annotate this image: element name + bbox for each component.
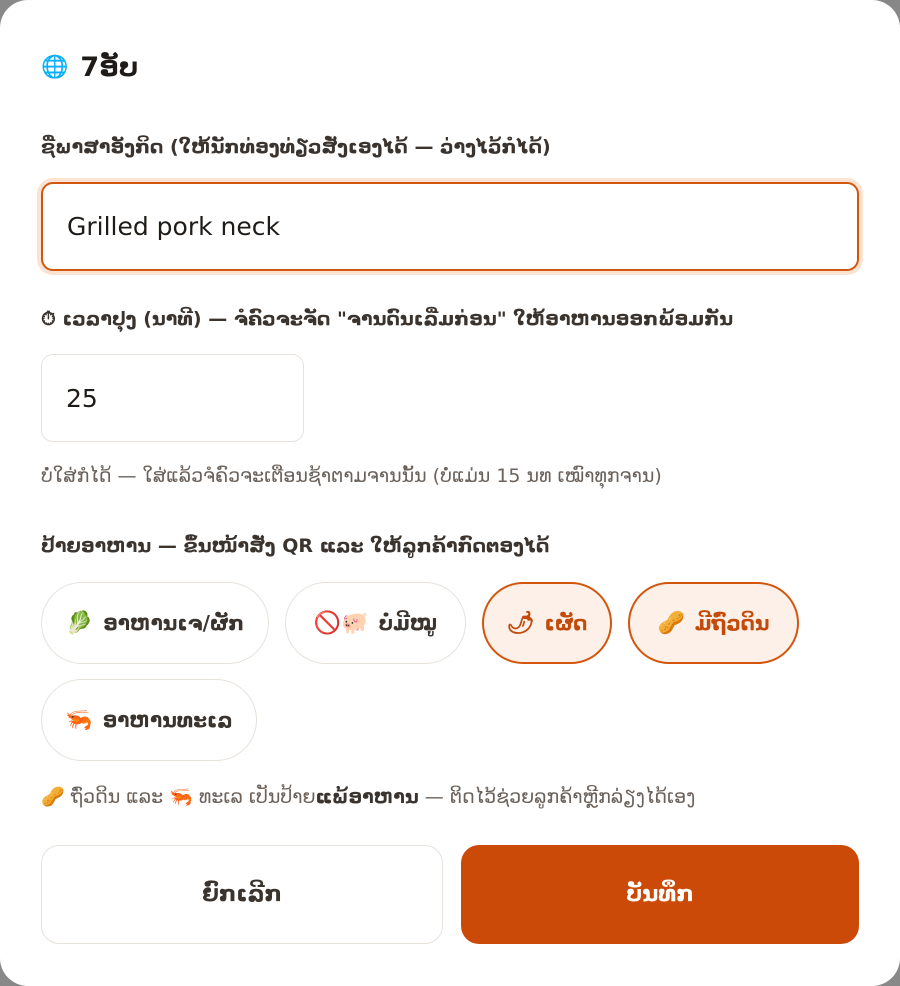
tags-label: ປ້າຍອາຫານ — ຂຶ້ນໜ້າສັ່ງ QR ແລະ ໃຫ້ລູກຄ້າ… bbox=[41, 535, 550, 557]
tag-label: ອາຫານເຈ/ຜັກ bbox=[103, 611, 245, 635]
cancel-button[interactable]: ຍົກເລີກ bbox=[41, 845, 443, 944]
tag-peanut[interactable]: 🥜 ມີຖົ່ວດິນ bbox=[628, 582, 799, 664]
tag-label: ບໍ່ມີໝູ bbox=[378, 611, 438, 635]
tag-label: ມີຖົ່ວດິນ bbox=[694, 611, 770, 635]
edit-menu-item-dialog: 🌐 7ອັບ ຊື່ພາສາອັງກິດ (ໃຫ້ນັກທ່ອງທ່ຽວສັ່ງ… bbox=[0, 0, 900, 986]
cook-time-input[interactable] bbox=[41, 354, 304, 442]
item-name: 7ອັບ bbox=[80, 52, 139, 83]
chili-pepper-icon: 🌶 bbox=[506, 610, 535, 636]
tag-vegetarian[interactable]: 🥬 ອາຫານເຈ/ຜັກ bbox=[41, 582, 269, 664]
tag-label: ເຜັດ bbox=[544, 611, 588, 635]
shrimp-icon: 🦐 bbox=[65, 707, 93, 733]
no-pork-icon: 🚫🐖 bbox=[313, 610, 369, 636]
allergen-note: 🥜 ຖົ່ວດິນ ແລະ 🦐 ທະເລ ເປັນປ້າຍແພ້ອາຫານ — … bbox=[41, 786, 696, 808]
leafy-green-icon: 🥬 bbox=[65, 610, 94, 636]
cook-time-label-text: ເວລາປຸງ (ນາທີ) — ຈໍຄົວຈະຈັດ "ຈານດົນເລີ່ມ… bbox=[62, 308, 734, 330]
english-name-input[interactable] bbox=[41, 182, 859, 271]
tag-no-pork[interactable]: 🚫🐖 ບໍ່ມີໝູ bbox=[285, 582, 466, 664]
shrimp-icon: 🦐 bbox=[169, 786, 193, 808]
english-name-label: ຊື່ພາສາອັງກິດ (ໃຫ້ນັກທ່ອງທ່ຽວສັ່ງເອງໄດ້ … bbox=[41, 136, 551, 158]
dialog-title: 🌐 7ອັບ bbox=[41, 52, 138, 83]
cook-time-hint: ບໍ່ໃສ່ກໍໄດ້ — ໃສ່ແລ້ວຈໍຄົວຈະເຕືອນຊ້າຕາມຈ… bbox=[41, 465, 662, 487]
cook-time-label: ⏱ ເວລາປຸງ (ນາທີ) — ຈໍຄົວຈະຈັດ "ຈານດົນເລີ… bbox=[41, 308, 733, 330]
tag-seafood[interactable]: 🦐 ອາຫານທະເລ bbox=[41, 679, 257, 761]
globe-icon: 🌐 bbox=[41, 55, 69, 80]
stopwatch-icon: ⏱ bbox=[41, 308, 56, 330]
peanut-icon: 🥜 bbox=[657, 610, 685, 636]
allergen-emphasis: ແພ້ອາຫານ bbox=[315, 786, 419, 808]
peanut-icon: 🥜 bbox=[41, 786, 65, 808]
tag-spicy[interactable]: 🌶 ເຜັດ bbox=[482, 582, 612, 664]
save-button[interactable]: ບັນທຶກ bbox=[461, 845, 859, 944]
tag-label: ອາຫານທະເລ bbox=[102, 708, 233, 732]
